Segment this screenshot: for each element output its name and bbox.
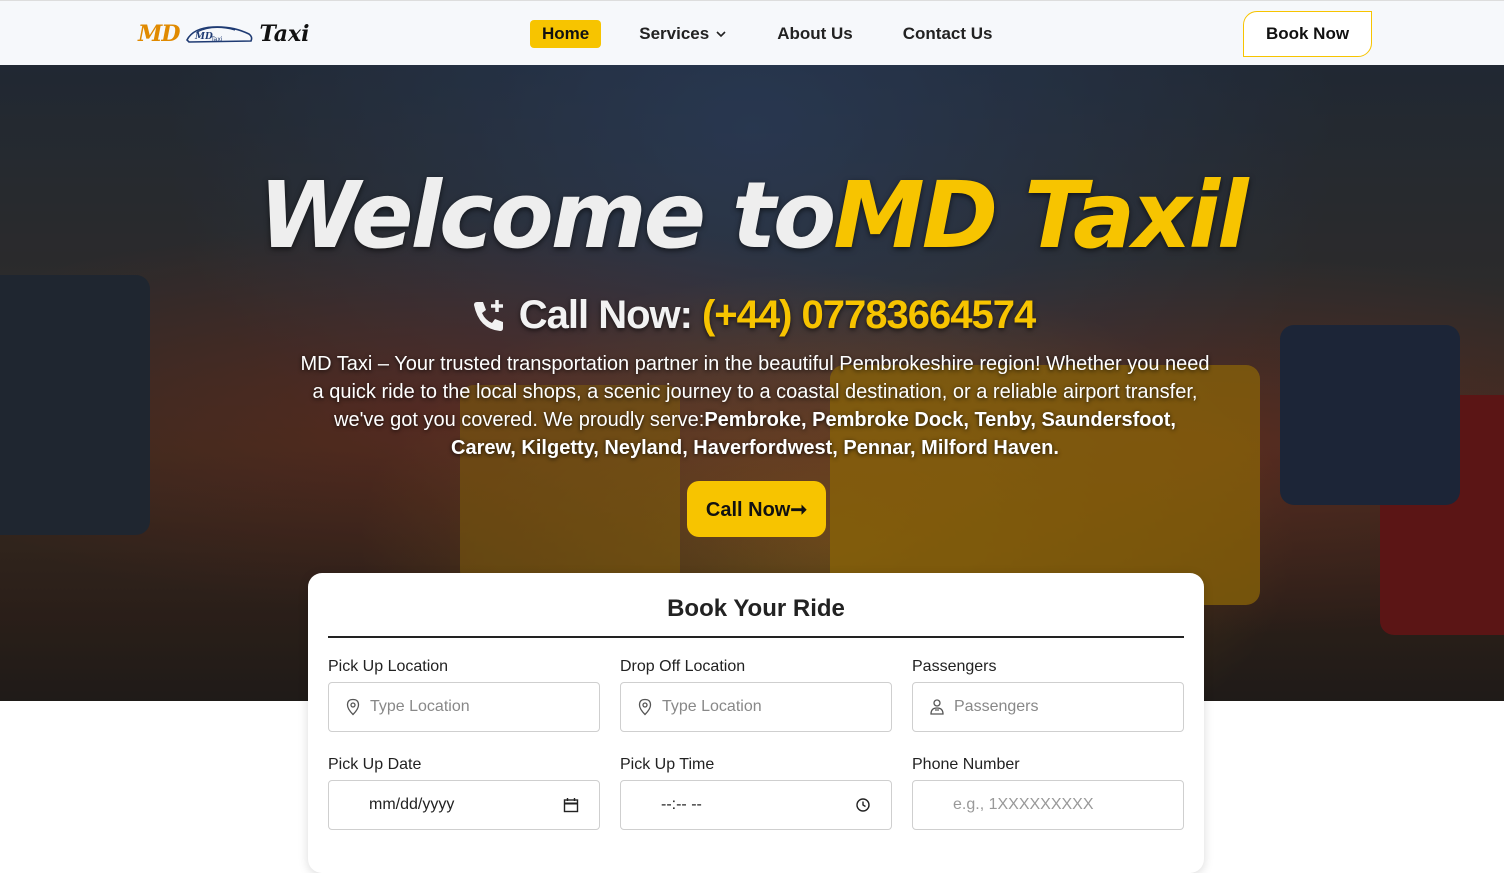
hero-title: Welcome toMD Taxil — [0, 170, 1504, 262]
nav-home[interactable]: Home — [530, 20, 602, 48]
site-logo[interactable]: MD MD Taxi Taxi — [138, 17, 309, 51]
call-now-number[interactable]: (+44) 07783664574 — [702, 293, 1036, 338]
phone-label: Phone Number — [912, 756, 1020, 773]
dropoff-location-input[interactable]: Type Location — [620, 682, 892, 732]
nav-about-us[interactable]: About Us — [765, 20, 865, 48]
pickup-placeholder: Type Location — [370, 698, 470, 715]
location-pin-icon — [638, 698, 652, 716]
nav-about-label: About Us — [777, 24, 853, 43]
call-now-label: Call Now: — [518, 293, 693, 337]
passengers-label: Passengers — [912, 658, 997, 675]
hero-call-line: Call Now: (+44) 07783664574 — [0, 293, 1504, 338]
date-placeholder: mm/dd/yyyy — [369, 796, 455, 813]
book-now-button[interactable]: Book Now — [1243, 11, 1372, 57]
dropoff-label: Drop Off Location — [620, 658, 746, 675]
time-label: Pick Up Time — [620, 756, 715, 773]
logo-taxi-text: Taxi — [259, 21, 310, 47]
hero-description: MD Taxi – Your trusted transportation pa… — [300, 350, 1210, 462]
nav-home-label: Home — [542, 24, 590, 43]
call-now-button[interactable]: Call Now➞ — [687, 481, 826, 537]
clock-icon[interactable] — [855, 797, 871, 813]
phone-plus-icon — [473, 299, 503, 331]
dropoff-placeholder: Type Location — [662, 698, 762, 715]
pickup-time-input[interactable]: --:-- -- — [620, 780, 892, 830]
pickup-date-input[interactable]: mm/dd/yyyy — [328, 780, 600, 830]
nav-contact-us[interactable]: Contact Us — [891, 20, 1005, 48]
phone-placeholder: e.g., 1XXXXXXXXX — [953, 796, 1094, 813]
pickup-location-input[interactable]: Type Location — [328, 682, 600, 732]
calendar-icon[interactable] — [563, 797, 579, 813]
nav-services[interactable]: Services — [627, 20, 739, 48]
phone-number-input[interactable]: e.g., 1XXXXXXXXX — [912, 780, 1184, 830]
passenger-icon — [930, 699, 944, 715]
car-logo-icon: MD Taxi — [186, 26, 253, 43]
pickup-label: Pick Up Location — [328, 658, 449, 675]
nav-contact-label: Contact Us — [902, 24, 993, 43]
hero-title-yellow: MD Taxil — [833, 162, 1248, 269]
booking-form: Book Your Ride Pick Up Location Type Loc… — [308, 573, 1204, 873]
main-nav: Home Services About Us Contact Us — [530, 20, 1004, 48]
passengers-placeholder: Passengers — [954, 698, 1039, 715]
hero-title-white: Welcome to — [258, 162, 836, 269]
svg-text:Taxi: Taxi — [210, 36, 223, 43]
time-placeholder: --:-- -- — [661, 796, 702, 813]
passengers-input[interactable]: Passengers — [912, 682, 1184, 732]
chevron-down-icon — [716, 31, 726, 38]
logo-md-text: MD — [138, 21, 180, 47]
title-divider — [328, 636, 1184, 638]
booking-title: Book Your Ride — [667, 595, 845, 622]
location-pin-icon — [346, 698, 360, 716]
site-header: MD MD Taxi Taxi Home Services About Us C… — [0, 0, 1504, 65]
date-label: Pick Up Date — [328, 756, 422, 773]
nav-services-label: Services — [639, 24, 710, 43]
